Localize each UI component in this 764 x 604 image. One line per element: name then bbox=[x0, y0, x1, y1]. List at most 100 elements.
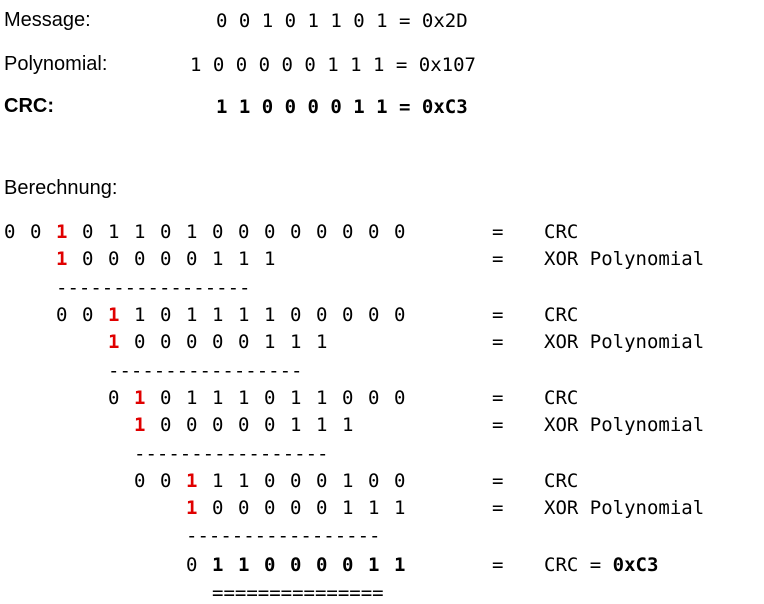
bit: 1 bbox=[212, 248, 224, 270]
bit: 0 bbox=[368, 304, 380, 326]
bit: 0 bbox=[160, 221, 172, 243]
row-description: CRC bbox=[544, 387, 579, 409]
bit-row: 100000111 bbox=[56, 248, 290, 270]
bit: 0 bbox=[212, 331, 224, 353]
bit: 0 bbox=[368, 221, 380, 243]
bit: 0 bbox=[316, 221, 328, 243]
bit: 0 bbox=[186, 331, 198, 353]
bit-row: 010111011000 bbox=[108, 387, 420, 409]
bit: 0 bbox=[290, 554, 302, 576]
bit: 0 bbox=[368, 387, 380, 409]
bit: 0 bbox=[316, 304, 328, 326]
bit-row: 100000111 bbox=[186, 497, 420, 519]
separator-rule: ----------------- bbox=[108, 360, 303, 382]
bit: 1 bbox=[290, 331, 302, 353]
leading-bit-highlight: 1 bbox=[56, 248, 68, 270]
bit: 1 bbox=[134, 304, 146, 326]
equals-sign: = bbox=[492, 221, 504, 243]
bit: 0 bbox=[238, 331, 250, 353]
bit: 0 bbox=[342, 304, 354, 326]
bit-row: 011000011 bbox=[186, 554, 420, 576]
equals-sign: = bbox=[492, 470, 504, 492]
bit: 1 bbox=[394, 554, 406, 576]
bit: 0 bbox=[264, 387, 276, 409]
bit: 0 bbox=[212, 497, 224, 519]
equals-sign: = bbox=[492, 387, 504, 409]
leading-bit-highlight: 1 bbox=[56, 221, 68, 243]
bit: 0 bbox=[264, 470, 276, 492]
bit: 0 bbox=[212, 414, 224, 436]
bit: 1 bbox=[394, 497, 406, 519]
row-description: XOR Polynomial bbox=[544, 497, 705, 519]
separator-rule: ----------------- bbox=[186, 525, 381, 547]
bit: 1 bbox=[368, 554, 380, 576]
message-label: Message: bbox=[4, 9, 91, 31]
bit: 1 bbox=[238, 304, 250, 326]
bit: 0 bbox=[160, 304, 172, 326]
bit: 0 bbox=[56, 304, 68, 326]
bit: 1 bbox=[238, 470, 250, 492]
bit: 1 bbox=[186, 221, 198, 243]
bit: 1 bbox=[342, 470, 354, 492]
bit: 0 bbox=[394, 470, 406, 492]
bit: 1 bbox=[264, 304, 276, 326]
polynomial-value: 1 0 0 0 0 0 1 1 1 = 0x107 bbox=[190, 54, 476, 76]
leading-bit-highlight: 1 bbox=[108, 331, 120, 353]
crc-result-prefix: CRC = bbox=[544, 554, 613, 576]
bit: 0 bbox=[160, 470, 172, 492]
bit: 1 bbox=[212, 554, 224, 576]
bit: 1 bbox=[290, 387, 302, 409]
bit: 1 bbox=[134, 221, 146, 243]
message-value: 0 0 1 0 1 1 0 1 = 0x2D bbox=[216, 10, 468, 32]
equals-sign: = bbox=[492, 497, 504, 519]
bit: 0 bbox=[264, 554, 276, 576]
bit: 0 bbox=[316, 554, 328, 576]
row-description: XOR Polynomial bbox=[544, 331, 705, 353]
bit: 0 bbox=[264, 414, 276, 436]
bit: 1 bbox=[238, 554, 250, 576]
separator-rule: =============== bbox=[212, 582, 384, 604]
bit: 0 bbox=[394, 221, 406, 243]
crc-label: CRC: bbox=[4, 95, 54, 117]
bit: 0 bbox=[342, 387, 354, 409]
bit: 0 bbox=[238, 497, 250, 519]
bit: 0 bbox=[238, 221, 250, 243]
bit: 0 bbox=[394, 304, 406, 326]
bit: 0 bbox=[316, 497, 328, 519]
bit-row: 100000111 bbox=[108, 331, 342, 353]
bit: 0 bbox=[316, 470, 328, 492]
bit: 0 bbox=[134, 470, 146, 492]
leading-bit-highlight: 1 bbox=[108, 304, 120, 326]
bit: 1 bbox=[212, 470, 224, 492]
bit: 1 bbox=[264, 248, 276, 270]
bit: 0 bbox=[368, 470, 380, 492]
bit: 1 bbox=[342, 414, 354, 436]
equals-sign: = bbox=[492, 331, 504, 353]
bit: 1 bbox=[264, 331, 276, 353]
row-description: XOR Polynomial bbox=[544, 414, 705, 436]
bit: 0 bbox=[160, 387, 172, 409]
bit: 1 bbox=[368, 497, 380, 519]
row-description: CRC bbox=[544, 304, 579, 326]
equals-sign: = bbox=[492, 554, 504, 576]
bit: 0 bbox=[394, 387, 406, 409]
bit: 1 bbox=[186, 387, 198, 409]
bit: 0 bbox=[186, 248, 198, 270]
bit-row: 00111000100 bbox=[134, 470, 420, 492]
calculation-label: Berechnung: bbox=[4, 177, 118, 199]
bit: 1 bbox=[108, 221, 120, 243]
bit: 1 bbox=[316, 414, 328, 436]
bit: 1 bbox=[186, 304, 198, 326]
bit: 0 bbox=[290, 470, 302, 492]
bit: 0 bbox=[238, 414, 250, 436]
row-description: CRC = 0xC3 bbox=[544, 554, 658, 576]
bit: 1 bbox=[316, 387, 328, 409]
bit: 1 bbox=[238, 387, 250, 409]
leading-bit-highlight: 1 bbox=[186, 497, 198, 519]
bit: 1 bbox=[212, 304, 224, 326]
bit: 1 bbox=[342, 497, 354, 519]
bit: 0 bbox=[290, 221, 302, 243]
bit-row: 00110111100000 bbox=[56, 304, 420, 326]
bit: 1 bbox=[212, 387, 224, 409]
bit: 0 bbox=[4, 221, 16, 243]
